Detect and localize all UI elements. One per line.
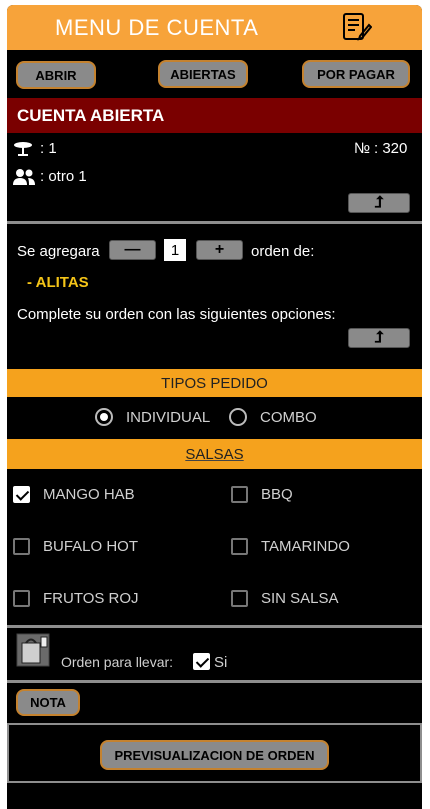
header: MENU DE CUENTA bbox=[7, 5, 422, 50]
radio-individual[interactable] bbox=[95, 408, 113, 426]
sauce-checkbox-sin-salsa[interactable] bbox=[231, 590, 248, 607]
account-number-label: № bbox=[354, 140, 371, 157]
sauce-label-frutos-roj[interactable]: FRUTOS ROJ bbox=[43, 590, 139, 607]
page-title: MENU DE CUENTA bbox=[55, 15, 259, 40]
table-icon bbox=[14, 142, 32, 156]
sauce-label-bufalo-hot[interactable]: BUFALO HOT bbox=[43, 538, 138, 555]
order-item-name: - ALITAS bbox=[27, 274, 89, 291]
radio-combo-label[interactable]: COMBO bbox=[260, 409, 317, 426]
note-row: NOTA bbox=[7, 683, 422, 723]
sauce-checkbox-mango-hab[interactable] bbox=[13, 486, 30, 503]
account-number: : 320 bbox=[374, 140, 408, 157]
footer: PREVISUALIZACION DE ORDEN bbox=[7, 723, 422, 783]
pending-payment-button[interactable]: POR PAGAR bbox=[302, 60, 410, 88]
quantity-suffix: orden de: bbox=[251, 243, 315, 260]
radio-individual-label[interactable]: INDIVIDUAL bbox=[126, 409, 210, 426]
opened-accounts-button[interactable]: ABIERTAS bbox=[158, 60, 248, 88]
takeaway-checkbox[interactable] bbox=[193, 653, 210, 670]
edit-document-icon[interactable] bbox=[340, 11, 372, 43]
sauce-label-sin-salsa[interactable]: SIN SALSA bbox=[261, 590, 339, 607]
guests-icon bbox=[13, 169, 35, 185]
quantity-input[interactable]: 1 bbox=[164, 239, 186, 261]
decrease-button[interactable]: — bbox=[109, 240, 156, 260]
expand-order-button[interactable]: ⮥ bbox=[348, 328, 410, 348]
guest-name: : otro 1 bbox=[40, 168, 87, 185]
note-button[interactable]: NOTA bbox=[16, 689, 80, 716]
sauces-title: SALSAS bbox=[185, 445, 244, 463]
sauce-label-bbq[interactable]: BBQ bbox=[261, 486, 293, 503]
order-type-header: TIPOS PEDIDO bbox=[7, 369, 422, 397]
takeaway-label: Orden para llevar: bbox=[61, 654, 174, 670]
account-status-banner: CUENTA ABIERTA bbox=[7, 98, 422, 133]
radio-combo[interactable] bbox=[229, 408, 247, 426]
sauces-options: MANGO HAB BBQ BUFALO HOT TAMARINDO FRUTO… bbox=[7, 469, 422, 625]
increase-button[interactable]: + bbox=[196, 240, 243, 260]
sauce-label-tamarindo[interactable]: TAMARINDO bbox=[261, 538, 350, 555]
quantity-prefix: Se agregara bbox=[17, 243, 100, 260]
table-number: : 1 bbox=[40, 140, 57, 157]
takeaway-value: Si bbox=[214, 654, 228, 671]
toolbar: ABRIR ABIERTAS POR PAGAR bbox=[7, 50, 422, 98]
takeaway-row: Orden para llevar: Si bbox=[7, 628, 422, 680]
sauce-checkbox-frutos-roj[interactable] bbox=[13, 590, 30, 607]
takeaway-bag-icon bbox=[16, 633, 50, 667]
account-menu-window: MENU DE CUENTA ABRIR ABIERTAS POR PAGAR … bbox=[7, 5, 422, 809]
preview-order-button[interactable]: PREVISUALIZACION DE ORDEN bbox=[100, 740, 329, 770]
order-instructions: Complete su orden con las siguientes opc… bbox=[17, 306, 336, 323]
order-quantity-section: Se agregara — 1 + orden de: - ALITAS Com… bbox=[7, 224, 422, 369]
order-type-options: INDIVIDUAL COMBO bbox=[7, 397, 422, 439]
open-button[interactable]: ABRIR bbox=[16, 61, 96, 89]
sauce-label-mango-hab[interactable]: MANGO HAB bbox=[43, 486, 135, 503]
sauce-checkbox-bbq[interactable] bbox=[231, 486, 248, 503]
expand-account-button[interactable]: ⮥ bbox=[348, 193, 410, 213]
sauces-header: SALSAS bbox=[7, 439, 422, 469]
sauce-checkbox-tamarindo[interactable] bbox=[231, 538, 248, 555]
account-info: : 1 № : 320 : otro 1 ⮥ bbox=[7, 133, 422, 221]
sauce-checkbox-bufalo-hot[interactable] bbox=[13, 538, 30, 555]
